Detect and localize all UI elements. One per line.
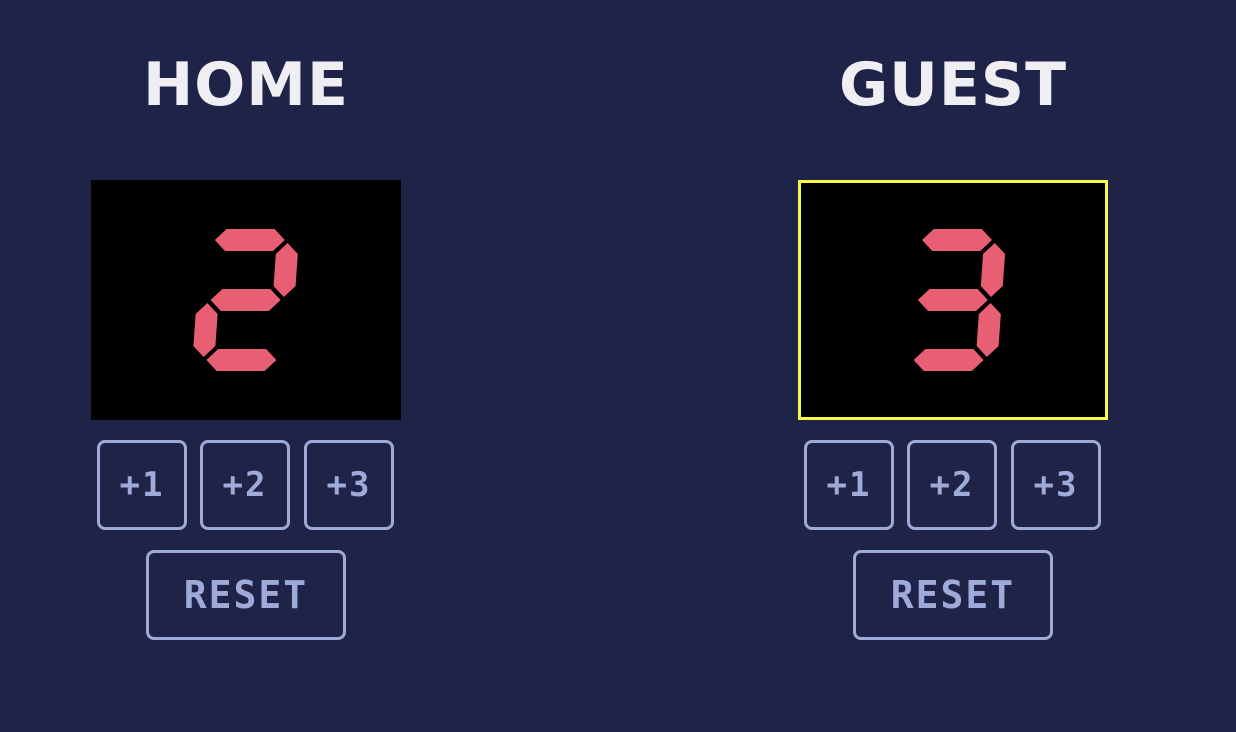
guest-add-1-button[interactable]: +1 xyxy=(804,440,894,530)
segment-d xyxy=(206,349,277,371)
guest-score-digit xyxy=(913,229,1006,371)
guest-score-display: 3 xyxy=(798,180,1108,420)
segment-g xyxy=(210,289,281,311)
segment-a xyxy=(214,229,285,251)
home-reset-button[interactable]: RESET xyxy=(146,550,346,640)
guest-title: GUEST xyxy=(838,50,1068,120)
segment-e xyxy=(193,303,218,357)
segment-a xyxy=(922,229,993,251)
guest-add-2-button[interactable]: +2 xyxy=(907,440,997,530)
guest-team-panel: GUEST 3 +1 +2 +3 RESET xyxy=(753,0,1153,732)
guest-reset-button[interactable]: RESET xyxy=(853,550,1053,640)
home-add-1-button[interactable]: +1 xyxy=(97,440,187,530)
guest-add-3-button[interactable]: +3 xyxy=(1011,440,1101,530)
segment-c xyxy=(976,303,1001,357)
home-title: HOME xyxy=(143,50,349,120)
home-team-panel: HOME 2 +1 +2 +3 RESET xyxy=(46,0,446,732)
home-add-2-button[interactable]: +2 xyxy=(200,440,290,530)
home-score-digit xyxy=(193,229,298,371)
segment-b xyxy=(273,243,298,297)
segment-b xyxy=(980,243,1006,297)
home-add-3-button[interactable]: +3 xyxy=(304,440,394,530)
segment-g xyxy=(917,289,988,311)
home-score-display: 2 xyxy=(91,180,401,420)
segment-d xyxy=(913,349,984,371)
